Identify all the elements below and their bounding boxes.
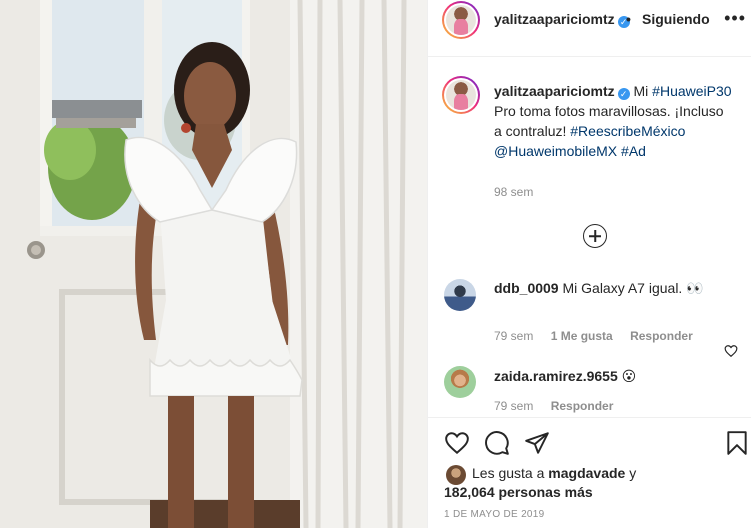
comment-body: 😮 — [621, 368, 637, 384]
hashtag-link[interactable]: #Ad — [621, 143, 646, 159]
comment-icon[interactable] — [484, 430, 510, 456]
post-header: yalitzaapariciomtz ✓ • Siguiendo ••• — [428, 0, 751, 57]
hashtag-link[interactable]: #ReescribeMéxico — [570, 123, 685, 139]
likes-prefix: Les gusta a — [472, 465, 545, 481]
heart-icon[interactable] — [724, 344, 738, 358]
likes-suffix: y — [629, 465, 637, 481]
caption-timestamp[interactable]: 98 sem — [494, 185, 533, 199]
verified-badge-icon: ✓ — [617, 88, 630, 100]
comment-text: zaida.ramirez.9655 😮 — [494, 366, 714, 386]
comment-meta: 79 sem Responder — [494, 399, 627, 413]
post-photo-image — [0, 0, 427, 528]
liker-avatar[interactable] — [446, 465, 466, 485]
comment-timestamp[interactable]: 79 sem — [494, 399, 533, 413]
reply-button[interactable]: Responder — [630, 329, 693, 343]
plus-circle-icon[interactable] — [583, 224, 607, 248]
more-options-icon[interactable]: ••• — [724, 9, 746, 27]
likes-summary: Les gusta a magdavade y — [472, 465, 636, 481]
comment-likes-count[interactable]: 1 Me gusta — [551, 329, 613, 343]
comments-list[interactable]: yalitzaapariciomtz ✓ Mi #HuaweiP30 Pro to… — [428, 57, 751, 417]
comment-avatar[interactable] — [444, 279, 476, 311]
comment-username[interactable]: ddb_0009 — [494, 280, 559, 296]
caption-text-part: Mi — [633, 83, 649, 99]
liker-username[interactable]: magdavade — [548, 465, 625, 481]
caption-text: yalitzaapariciomtz ✓ Mi #HuaweiP30 Pro to… — [494, 81, 734, 161]
likes-count[interactable]: 182,064 personas más — [444, 484, 593, 500]
comment-timestamp[interactable]: 79 sem — [494, 329, 533, 343]
comment-username[interactable]: zaida.ramirez.9655 — [494, 368, 618, 384]
post-date[interactable]: 1 DE MAYO DE 2019 — [444, 509, 545, 520]
mention-link[interactable]: @HuaweimobileMX — [494, 143, 617, 159]
reply-button[interactable]: Responder — [551, 399, 614, 413]
post-photo[interactable] — [0, 0, 427, 528]
comment-meta: 79 sem 1 Me gusta Responder — [494, 329, 707, 343]
header-separator: • — [626, 11, 631, 27]
author-avatar[interactable] — [442, 1, 480, 39]
post-sidebar: yalitzaapariciomtz ✓ • Siguiendo ••• yali… — [427, 0, 751, 528]
caption-username[interactable]: yalitzaapariciomtz ✓ — [494, 83, 630, 100]
bookmark-icon[interactable] — [724, 430, 750, 456]
comment-text: ddb_0009 Mi Galaxy A7 igual. 👀 — [494, 278, 714, 298]
author-username[interactable]: yalitzaapariciomtz ✓ — [494, 11, 630, 28]
comment-body: Mi Galaxy A7 igual. 👀 — [562, 280, 704, 296]
follow-status-button[interactable]: Siguiendo — [642, 11, 710, 27]
comment-avatar[interactable] — [444, 366, 476, 398]
paper-plane-icon[interactable] — [524, 430, 550, 456]
caption-avatar[interactable] — [442, 76, 480, 114]
heart-icon[interactable] — [444, 430, 470, 456]
hashtag-link[interactable]: #HuaweiP30 — [652, 83, 731, 99]
post-actions: Les gusta a magdavade y 182,064 personas… — [428, 417, 751, 528]
